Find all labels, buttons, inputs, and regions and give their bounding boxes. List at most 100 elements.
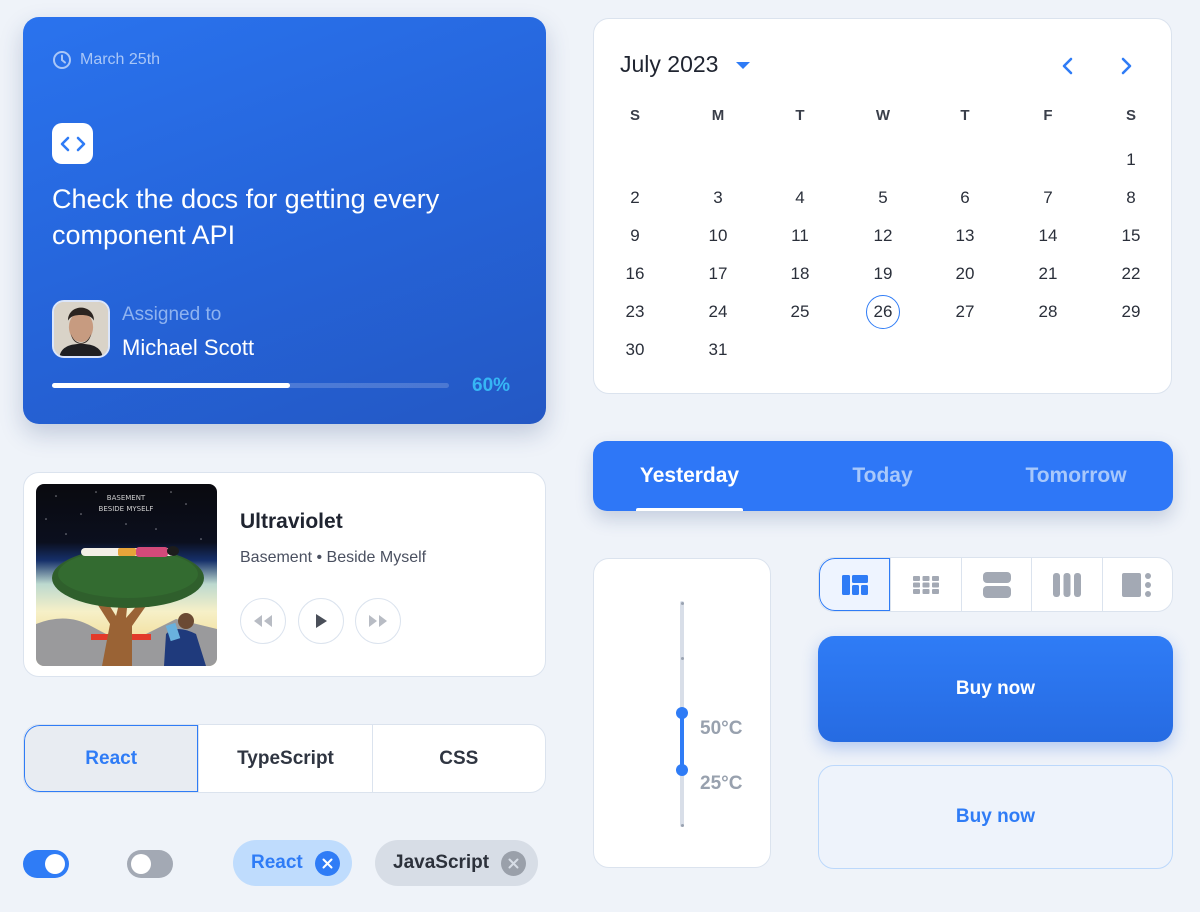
calendar-day[interactable]: 22 [1111, 255, 1151, 293]
calendar-day[interactable]: 18 [780, 255, 820, 293]
assignee-name: Michael Scott [122, 335, 255, 360]
buy-now-primary-button[interactable]: Buy now [818, 636, 1173, 742]
rail-tick [680, 824, 684, 827]
buy-now-outline-button[interactable]: Buy now [818, 765, 1173, 869]
toggle-on[interactable] [23, 850, 69, 878]
song-meta: Basement • Beside Myself [240, 549, 427, 566]
calendar-day[interactable]: 5 [863, 179, 903, 217]
calendar-day[interactable]: 21 [1028, 255, 1068, 293]
fast-forward-button[interactable] [355, 598, 401, 644]
calendar-day[interactable]: 24 [698, 293, 738, 331]
close-icon[interactable] [314, 850, 340, 876]
calendar-day[interactable]: 2 [615, 179, 655, 217]
calendar-day[interactable]: 16 [615, 255, 655, 293]
tab-yesterday[interactable]: Yesterday [593, 441, 786, 511]
active-tab-indicator [636, 508, 743, 511]
calendar-day-number: 7 [1043, 188, 1053, 207]
dashboard-layout-icon [841, 574, 868, 595]
day-tabs: Yesterday Today Tomorrow [593, 441, 1173, 511]
weekday-label: W [875, 107, 891, 124]
toggle-knob [45, 854, 65, 874]
progress-label: 60% [472, 375, 511, 396]
caret-down-icon[interactable] [736, 62, 751, 69]
fast-forward-icon [369, 615, 387, 627]
calendar-day-number: 16 [625, 264, 645, 283]
calendar-day[interactable]: 11 [780, 217, 820, 255]
slider-thumb-lower[interactable] [676, 764, 688, 776]
weekday-label: M [711, 107, 725, 124]
calendar-day-selected[interactable]: 26 [863, 293, 903, 331]
calendar-day[interactable]: 15 [1111, 217, 1151, 255]
calendar-day[interactable]: 30 [615, 331, 655, 369]
calendar-day-number: 2 [630, 188, 640, 207]
calendar: July 2023 S M T W T F S 1 2 3 4 5 6 7 8 9 10 11 12 13 14 15 16… [593, 18, 1172, 394]
calendar-day[interactable]: 9 [615, 217, 655, 255]
calendar-day-number: 30 [625, 340, 645, 359]
calendar-day[interactable]: 14 [1028, 217, 1068, 255]
progress-bar [52, 383, 449, 388]
segment-css[interactable]: CSS [371, 725, 545, 792]
calendar-day-number: 28 [1038, 302, 1058, 321]
calendar-day-number: 21 [1038, 264, 1058, 283]
calendar-day[interactable]: 25 [780, 293, 820, 331]
month-label: July 2023 [620, 51, 719, 77]
chip-javascript: JavaScript [375, 840, 539, 886]
rewind-icon [254, 615, 272, 627]
rewind-button[interactable] [240, 598, 286, 644]
calendar-day[interactable]: 20 [945, 255, 985, 293]
prev-month-button[interactable] [1056, 51, 1080, 81]
task-card[interactable]: March 25th Check the docs for getting ev… [23, 17, 546, 424]
calendar-day[interactable]: 17 [698, 255, 738, 293]
calendar-day[interactable]: 7 [1028, 179, 1068, 217]
calendar-day-number: 1 [1126, 150, 1136, 169]
calendar-day[interactable]: 27 [945, 293, 985, 331]
calendar-day[interactable]: 23 [615, 293, 655, 331]
calendar-day[interactable]: 8 [1111, 179, 1151, 217]
calendar-day[interactable]: 6 [945, 179, 985, 217]
calendar-day[interactable]: 13 [945, 217, 985, 255]
weekday-label: T [960, 107, 970, 124]
calendar-day[interactable]: 19 [863, 255, 903, 293]
tab-today[interactable]: Today [786, 441, 979, 511]
layout-switcher [818, 557, 1173, 612]
calendar-day[interactable]: 1 [1111, 141, 1151, 179]
calendar-day-number: 4 [795, 188, 805, 207]
calendar-day[interactable]: 31 [698, 331, 738, 369]
view-columns[interactable] [1031, 558, 1101, 611]
play-button[interactable] [298, 598, 344, 644]
view-dashboard[interactable] [819, 558, 891, 611]
segment-react[interactable]: React [24, 725, 199, 792]
view-rows[interactable] [960, 558, 1031, 611]
chevron-right-icon [1121, 57, 1132, 75]
month-select[interactable]: July 2023 [620, 51, 751, 78]
calendar-day[interactable]: 12 [863, 217, 903, 255]
calendar-day-number: 22 [1121, 264, 1141, 283]
calendar-week-row: 2 3 4 5 6 7 8 [594, 179, 1173, 217]
album-art: BASEMENT BESIDE MYSELF [36, 484, 217, 666]
calendar-day[interactable]: 4 [780, 179, 820, 217]
view-grid[interactable] [890, 558, 960, 611]
music-player-card: BASEMENT BESIDE MYSELF Ultraviolet Basem… [23, 472, 546, 677]
calendar-day-number: 17 [708, 264, 728, 283]
calendar-day-number: 13 [955, 226, 975, 245]
calendar-day-number: 10 [708, 226, 728, 245]
toggle-off[interactable] [127, 850, 173, 878]
calendar-day[interactable]: 10 [698, 217, 738, 255]
calendar-day-number: 9 [630, 226, 640, 245]
task-date: March 25th [52, 50, 160, 70]
close-icon[interactable] [501, 850, 527, 876]
grid-icon [913, 575, 940, 594]
calendar-day[interactable]: 28 [1028, 293, 1068, 331]
next-month-button[interactable] [1114, 51, 1138, 81]
calendar-day-number: 29 [1121, 302, 1141, 321]
segment-typescript[interactable]: TypeScript [198, 725, 371, 792]
weekday-label: S [629, 107, 640, 124]
calendar-day[interactable]: 3 [698, 179, 738, 217]
slider-thumb-upper[interactable] [676, 707, 688, 719]
calendar-day-number: 25 [790, 302, 810, 321]
calendar-day[interactable]: 29 [1111, 293, 1151, 331]
tab-tomorrow[interactable]: Tomorrow [979, 441, 1173, 511]
view-sidebar[interactable] [1101, 558, 1172, 611]
weekday-label: S [1125, 107, 1136, 124]
calendar-week-row: 30 31 [594, 331, 1173, 369]
